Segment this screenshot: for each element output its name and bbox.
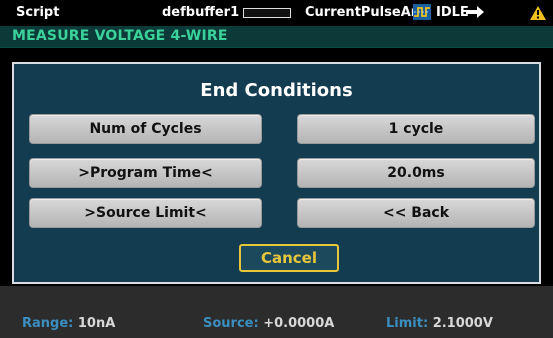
buffer-name[interactable]: defbuffer1 <box>162 5 239 20</box>
settings-bar: Range: 10nA Source: +0.0000A Limit: 2.10… <box>0 286 553 338</box>
trigger-state[interactable]: IDLE <box>436 5 469 20</box>
source-label: Source: <box>203 316 259 331</box>
program-time-button[interactable]: >Program Time< <box>29 158 262 188</box>
divider <box>0 48 553 62</box>
cancel-button[interactable]: Cancel <box>239 244 339 272</box>
program-time-value-button[interactable]: 20.0ms <box>297 158 535 188</box>
source-value: +0.0000A <box>263 316 335 331</box>
buffer-fill-indicator <box>243 8 291 18</box>
back-button[interactable]: << Back <box>297 198 535 228</box>
source-limit-button[interactable]: >Source Limit< <box>29 198 262 228</box>
active-script-name[interactable]: CurrentPulseAnd <box>305 5 429 20</box>
dialog-title: End Conditions <box>200 80 353 101</box>
idle-arrow-icon <box>466 6 484 18</box>
limit-label: Limit: <box>386 316 429 331</box>
range-label: Range: <box>22 316 74 331</box>
range-readout[interactable]: Range: 10nA <box>22 316 115 331</box>
warning-icon[interactable] <box>530 6 546 20</box>
limit-readout[interactable]: Limit: 2.1000V <box>386 316 493 331</box>
script-label[interactable]: Script <box>16 5 59 20</box>
function-label: MEASURE VOLTAGE 4-WIRE <box>12 28 228 44</box>
num-of-cycles-button[interactable]: Num of Cycles <box>29 114 262 144</box>
status-bar: Script defbuffer1 CurrentPulseAnd IDLE <box>0 0 553 26</box>
trigger-icon[interactable] <box>413 4 431 20</box>
end-conditions-dialog: End Conditions Num of Cycles 1 cycle >Pr… <box>12 62 541 284</box>
function-bar[interactable]: MEASURE VOLTAGE 4-WIRE <box>0 26 553 48</box>
limit-value: 2.1000V <box>432 316 493 331</box>
num-of-cycles-value-button[interactable]: 1 cycle <box>297 114 535 144</box>
range-value: 10nA <box>77 316 116 331</box>
source-readout[interactable]: Source: +0.0000A <box>203 316 334 331</box>
